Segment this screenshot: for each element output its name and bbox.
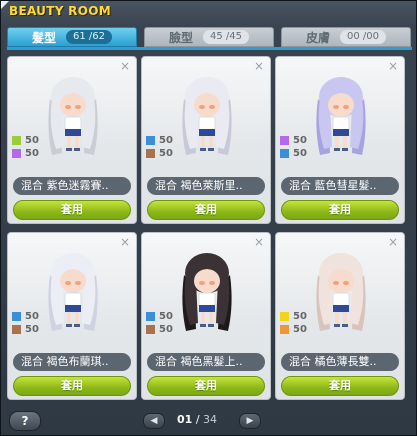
- color-swatch: [280, 149, 289, 158]
- color-percent: 50: [25, 311, 39, 322]
- page-current: 01: [177, 413, 193, 426]
- color-ratio: 50: [12, 324, 39, 335]
- color-swatch: [146, 149, 155, 158]
- style-card[interactable]: × 50 50 混合 褐色萊斯里.. 套用: [141, 56, 271, 224]
- page-total: 34: [203, 413, 218, 426]
- style-card[interactable]: × 50 50 混合 橘色薄長雙.. 套用: [275, 232, 405, 400]
- style-name: 混合 褐色黑髮上..: [147, 353, 265, 371]
- beauty-room-window: BEAUTY ROOM 髮型 61 /62 臉型 45 /45 皮膚 00 /0…: [0, 0, 417, 436]
- apply-button[interactable]: 套用: [147, 200, 265, 220]
- style-name: 混合 紫色迷霧賽..: [13, 177, 131, 195]
- color-ratio: 50: [12, 148, 39, 159]
- close-icon[interactable]: ×: [120, 60, 130, 72]
- tab-face-label: 臉型: [168, 30, 193, 45]
- apply-button[interactable]: 套用: [281, 376, 399, 396]
- style-card[interactable]: × 50 50 混合 紫色迷霧賽.. 套用: [7, 56, 137, 224]
- close-icon[interactable]: ×: [388, 236, 398, 248]
- color-swatch: [146, 136, 155, 145]
- tab-face[interactable]: 臉型 45 /45: [144, 27, 274, 47]
- color-swatch: [12, 312, 21, 321]
- color-ratio: 50: [280, 148, 307, 159]
- color-percent: 50: [25, 324, 39, 335]
- color-percent: 50: [25, 148, 39, 159]
- character-preview: [182, 253, 232, 331]
- style-name: 混合 褐色布蘭琪..: [13, 353, 131, 371]
- tab-face-count: 45 /45: [203, 30, 249, 44]
- close-icon[interactable]: ×: [388, 60, 398, 72]
- tab-skin[interactable]: 皮膚 00 /00: [281, 27, 411, 47]
- character-preview: [316, 253, 366, 331]
- color-ratio: 50: [146, 311, 173, 322]
- color-percent: 50: [159, 148, 173, 159]
- close-icon[interactable]: ×: [254, 236, 264, 248]
- tab-hair-label: 髮型: [31, 30, 56, 45]
- color-percent: 50: [293, 324, 307, 335]
- color-ratio: 50: [280, 135, 307, 146]
- apply-button[interactable]: 套用: [147, 376, 265, 396]
- tab-hair-count: 61 /62: [66, 30, 112, 44]
- color-percent: 50: [159, 311, 173, 322]
- tab-skin-label: 皮膚: [305, 30, 330, 45]
- tab-underline: [7, 47, 412, 50]
- color-swatch: [146, 325, 155, 334]
- color-swatch: [280, 312, 289, 321]
- color-percent: 50: [25, 135, 39, 146]
- window-title: BEAUTY ROOM: [9, 4, 111, 18]
- pagination: ◀ 01 / 34 ▶: [143, 412, 263, 430]
- color-swatch: [280, 136, 289, 145]
- color-swatch: [146, 312, 155, 321]
- color-swatch: [12, 136, 21, 145]
- category-tabs: 髮型 61 /62 臉型 45 /45 皮膚 00 /00: [7, 27, 412, 49]
- style-name: 混合 藍色彗星髮..: [281, 177, 399, 195]
- color-ratio: 50: [146, 135, 173, 146]
- character-preview: [48, 253, 98, 331]
- color-swatch: [280, 325, 289, 334]
- color-ratio: 50: [12, 135, 39, 146]
- close-icon[interactable]: ×: [120, 236, 130, 248]
- style-name: 混合 褐色萊斯里..: [147, 177, 265, 195]
- color-ratio: 50: [280, 324, 307, 335]
- color-percent: 50: [159, 135, 173, 146]
- color-percent: 50: [159, 324, 173, 335]
- close-icon[interactable]: ×: [254, 60, 264, 72]
- style-card[interactable]: × 50 50 混合 褐色黑髮上.. 套用: [141, 232, 271, 400]
- character-preview: [316, 77, 366, 155]
- character-preview: [182, 77, 232, 155]
- color-percent: 50: [293, 311, 307, 322]
- tab-hair[interactable]: 髮型 61 /62: [7, 27, 137, 47]
- tab-skin-count: 00 /00: [340, 30, 386, 44]
- character-preview: [48, 77, 98, 155]
- window-corner-icon: [1, 1, 9, 9]
- color-percent: 50: [293, 135, 307, 146]
- color-swatch: [12, 325, 21, 334]
- apply-button[interactable]: 套用: [13, 376, 131, 396]
- page-separator: /: [195, 413, 200, 426]
- style-name: 混合 橘色薄長雙..: [281, 353, 399, 371]
- next-page-button[interactable]: ▶: [239, 413, 261, 429]
- color-ratio: 50: [146, 324, 173, 335]
- color-percent: 50: [293, 148, 307, 159]
- apply-button[interactable]: 套用: [13, 200, 131, 220]
- color-ratio: 50: [12, 311, 39, 322]
- color-swatch: [12, 149, 21, 158]
- color-ratio: 50: [146, 148, 173, 159]
- style-card[interactable]: × 50 50 混合 藍色彗星髮.. 套用: [275, 56, 405, 224]
- page-indicator: 01 / 34: [177, 412, 217, 428]
- color-ratio: 50: [280, 311, 307, 322]
- apply-button[interactable]: 套用: [281, 200, 399, 220]
- help-button[interactable]: ?: [9, 411, 41, 431]
- prev-page-button[interactable]: ◀: [143, 413, 165, 429]
- style-card[interactable]: × 50 50 混合 褐色布蘭琪.. 套用: [7, 232, 137, 400]
